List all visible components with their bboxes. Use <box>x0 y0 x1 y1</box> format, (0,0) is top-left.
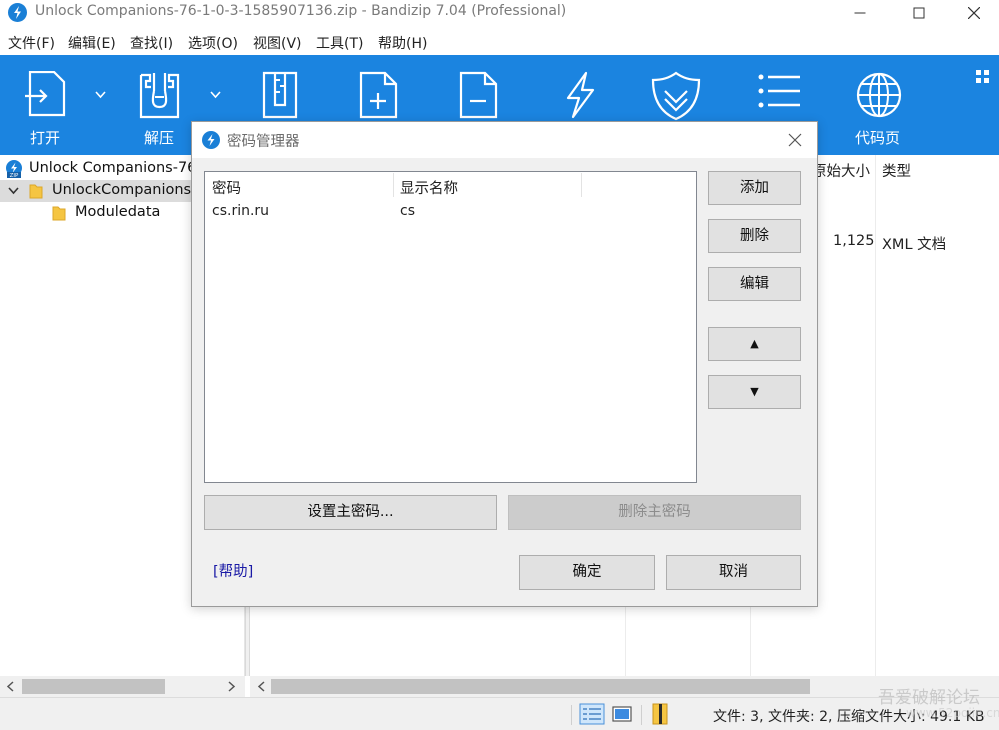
menu-file[interactable]: 文件(F) <box>8 33 55 53</box>
compress-archive-icon <box>262 71 298 119</box>
column-header-original-size[interactable]: 原始大小 <box>812 160 870 181</box>
dialog-title-bar: 密码管理器 <box>192 122 817 158</box>
open-archive-icon <box>25 71 66 117</box>
menu-find[interactable]: 查找(I) <box>130 33 173 53</box>
codepage-label: 代码页 <box>855 129 901 147</box>
column-header-password[interactable]: 密码 <box>212 177 241 198</box>
column-header-type[interactable]: 类型 <box>882 160 911 181</box>
edit-button[interactable]: 编辑 <box>708 267 801 301</box>
move-up-button[interactable]: ▲ <box>708 327 801 361</box>
file-size-cell: 1,125 <box>833 233 875 249</box>
details-view-button[interactable] <box>579 703 605 725</box>
extract-label: 解压 <box>144 129 175 147</box>
scrollbar-thumb[interactable] <box>22 679 165 694</box>
help-link[interactable]: [帮助] <box>213 560 253 581</box>
open-dropdown-chevron-icon[interactable] <box>95 91 106 99</box>
file-type-cell: XML 文档 <box>882 237 947 253</box>
folder-icon <box>52 206 66 221</box>
password-cell: cs.rin.ru <box>212 203 270 219</box>
watermark-text: 吾爱破解论坛 <box>878 688 980 708</box>
image-preview-icon <box>612 706 632 722</box>
tree-folder-label: UnlockCompanions <box>52 182 192 198</box>
remove-master-password-button[interactable]: 删除主密码 <box>508 495 801 530</box>
delete-button[interactable]: 删除 <box>708 219 801 253</box>
bandizip-app-icon <box>8 3 27 22</box>
tree-root-label: Unlock Companions-76- <box>29 160 202 176</box>
archive-info-button[interactable] <box>648 703 674 725</box>
list-view-icon <box>758 74 800 108</box>
menu-bar: 文件(F) 编辑(E) 查找(I) 选项(O) 视图(V) 工具(T) 帮助(H… <box>0 30 999 54</box>
add-file-icon <box>359 71 398 119</box>
status-divider <box>641 705 642 725</box>
menu-options[interactable]: 选项(O) <box>188 33 238 53</box>
scroll-left-icon[interactable] <box>2 678 19 695</box>
dialog-close-icon[interactable] <box>786 131 804 149</box>
dialog-title: 密码管理器 <box>227 134 300 150</box>
scroll-left-icon[interactable] <box>253 678 270 695</box>
menu-view[interactable]: 视图(V) <box>253 33 302 53</box>
menu-help[interactable]: 帮助(H) <box>378 33 427 53</box>
add-button[interactable]: 添加 <box>708 171 801 205</box>
column-divider <box>581 173 582 197</box>
tree-horizontal-scrollbar[interactable] <box>0 676 245 697</box>
cancel-button[interactable]: 取消 <box>666 555 801 590</box>
remove-file-icon <box>459 71 498 119</box>
display-name-cell: cs <box>400 203 415 219</box>
archive-book-icon <box>652 703 668 725</box>
lightning-icon <box>566 71 595 119</box>
extract-zipper-icon <box>139 73 180 119</box>
extract-dropdown-chevron-icon[interactable] <box>210 91 221 99</box>
bandizip-app-icon <box>202 131 220 149</box>
shield-icon <box>651 71 701 121</box>
status-divider <box>571 705 572 725</box>
details-view-icon <box>579 703 605 725</box>
watermark-url: www.52pojie.cn <box>906 706 999 720</box>
column-header-display-name[interactable]: 显示名称 <box>400 177 458 198</box>
password-manager-dialog: 密码管理器 密码 显示名称 cs.rin.ru cs 添加 删除 编辑 ▲ ▼ … <box>191 121 818 607</box>
move-down-button[interactable]: ▼ <box>708 375 801 409</box>
tree-subfolder-label: Moduledata <box>75 204 161 220</box>
scroll-right-icon[interactable] <box>224 678 241 695</box>
minimize-button[interactable] <box>830 0 890 26</box>
folder-icon <box>29 184 43 199</box>
status-bar: 文件: 3, 文件夹: 2, 压缩文件大小: 49.1 KB <box>0 697 999 730</box>
layout-grid-icon[interactable] <box>976 70 990 84</box>
preview-view-button[interactable] <box>609 703 635 725</box>
open-label: 打开 <box>30 129 61 147</box>
ok-button[interactable]: 确定 <box>519 555 655 590</box>
zip-archive-icon: ZIP <box>6 160 22 178</box>
codepage-tool-button[interactable]: 代码页 <box>840 55 920 155</box>
password-list[interactable]: 密码 显示名称 cs.rin.ru cs <box>204 171 697 483</box>
scrollbar-thumb[interactable] <box>271 679 810 694</box>
title-bar: Unlock Companions-76-1-0-3-1585907136.zi… <box>0 0 999 26</box>
maximize-button[interactable] <box>889 0 949 26</box>
column-divider <box>393 173 394 197</box>
chevron-down-icon[interactable] <box>8 187 19 195</box>
menu-tools[interactable]: 工具(T) <box>316 33 363 53</box>
menu-edit[interactable]: 编辑(E) <box>68 33 116 53</box>
set-master-password-button[interactable]: 设置主密码... <box>204 495 497 530</box>
close-window-button[interactable] <box>949 0 999 26</box>
column-divider <box>875 155 876 676</box>
open-tool-button[interactable]: 打开 <box>0 55 92 155</box>
globe-icon <box>856 72 902 118</box>
window-title: Unlock Companions-76-1-0-3-1585907136.zi… <box>35 3 567 19</box>
svg-text:ZIP: ZIP <box>10 173 19 178</box>
